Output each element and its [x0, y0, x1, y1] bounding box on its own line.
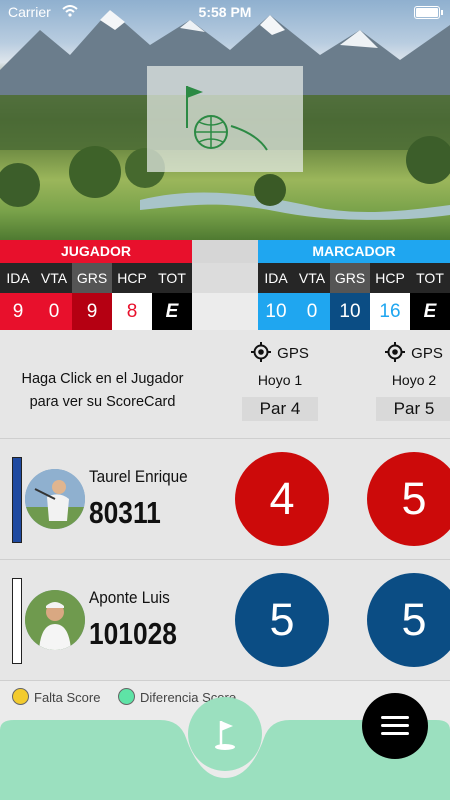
marcador-col-grs: GRS [330, 263, 370, 293]
jugador-vta-value: 0 [36, 293, 72, 330]
hole-column-2[interactable]: GPS Hoyo 2 Par 5 [374, 330, 450, 438]
holes-info-row: Haga Click en el Jugador para ver su Sco… [0, 330, 450, 439]
jugador-header: JUGADOR [0, 240, 192, 263]
course-banner-image: Carrier 5:58 PM [0, 0, 450, 240]
crosshair-icon [251, 342, 272, 362]
golfer-photo [25, 590, 85, 650]
gps-label: GPS [411, 345, 443, 362]
score-hole-1[interactable]: 4 [235, 452, 329, 546]
jugador-grs-value: 9 [72, 293, 112, 330]
score-hole-2[interactable]: 5 [367, 452, 450, 546]
marcador-tot-value: E [410, 293, 450, 330]
marcador-vta-value: 0 [294, 293, 330, 330]
golf-flag-button[interactable] [188, 697, 262, 771]
score-hole-1[interactable]: 5 [235, 573, 329, 667]
player-number: 80311 [89, 495, 161, 530]
jugador-ida-value: 9 [0, 293, 36, 330]
hamburger-line [381, 732, 409, 735]
gps-button-hole-1[interactable]: GPS [240, 342, 320, 362]
marcador-col-tot: TOT [410, 263, 450, 293]
player-name: Taurel Enrique [89, 467, 188, 486]
player-row[interactable]: Taurel Enrique 80311 4 5 [0, 439, 450, 560]
jugador-tot-value: E [152, 293, 192, 330]
clock-label: 5:58 PM [198, 4, 252, 20]
club-logo [147, 66, 303, 172]
jugador-col-vta: VTA [36, 263, 72, 293]
marcador-col-hcp: HCP [370, 263, 410, 293]
hole-label-2: Hoyo 2 [391, 372, 437, 388]
marcador-hcp-value: 16 [370, 293, 410, 330]
marcador-col-ida: IDA [258, 263, 294, 293]
hamburger-line [381, 724, 409, 727]
marcador-col-vta: VTA [294, 263, 330, 293]
hole-column-1[interactable]: GPS Hoyo 1 Par 4 [240, 330, 320, 438]
green-dot-icon [118, 688, 135, 705]
par-label-2: Par 5 [376, 397, 450, 421]
header-spacer [192, 240, 258, 263]
battery-icon [414, 6, 443, 19]
par-label-1: Par 4 [242, 397, 318, 421]
gps-label: GPS [277, 345, 309, 362]
marcador-ida-value: 10 [258, 293, 294, 330]
player-number: 101028 [89, 616, 177, 651]
player-color-bar [12, 578, 22, 664]
legend-falta-label: Falta Score [34, 690, 101, 705]
scorecard-instruction: Haga Click en el Jugador para ver su Sco… [0, 368, 205, 414]
legend-falta-score: Falta Score [12, 688, 100, 705]
golf-flag-icon [215, 721, 235, 750]
marcador-grs-value: 10 [330, 293, 370, 330]
yellow-dot-icon [12, 688, 29, 705]
golf-globe-logo-icon [186, 86, 268, 151]
jugador-col-tot: TOT [152, 263, 192, 293]
avatar [25, 590, 85, 650]
jugador-col-ida: IDA [0, 263, 36, 293]
status-bar: Carrier 5:58 PM [0, 0, 450, 26]
instruction-line-1: Haga Click en el Jugador [21, 371, 184, 387]
menu-button[interactable] [362, 693, 428, 759]
crosshair-icon [385, 342, 406, 362]
jugador-hcp-value: 8 [112, 293, 152, 330]
player-name: Aponte Luis [89, 588, 170, 607]
hamburger-menu-icon [381, 716, 409, 719]
score-hole-2[interactable]: 5 [367, 573, 450, 667]
gps-button-hole-2[interactable]: GPS [374, 342, 450, 362]
instruction-line-2: para ver su ScoreCard [29, 394, 176, 410]
value-spacer [192, 293, 258, 330]
player-row[interactable]: Aponte Luis 101028 5 5 [0, 560, 450, 681]
jugador-col-grs: GRS [72, 263, 112, 293]
col-spacer [192, 263, 258, 293]
hole-label-1: Hoyo 1 [257, 372, 303, 388]
golfer-photo [25, 469, 85, 529]
player-color-bar [12, 457, 22, 543]
marcador-header: MARCADOR [258, 240, 450, 263]
jugador-col-hcp: HCP [112, 263, 152, 293]
avatar [25, 469, 85, 529]
